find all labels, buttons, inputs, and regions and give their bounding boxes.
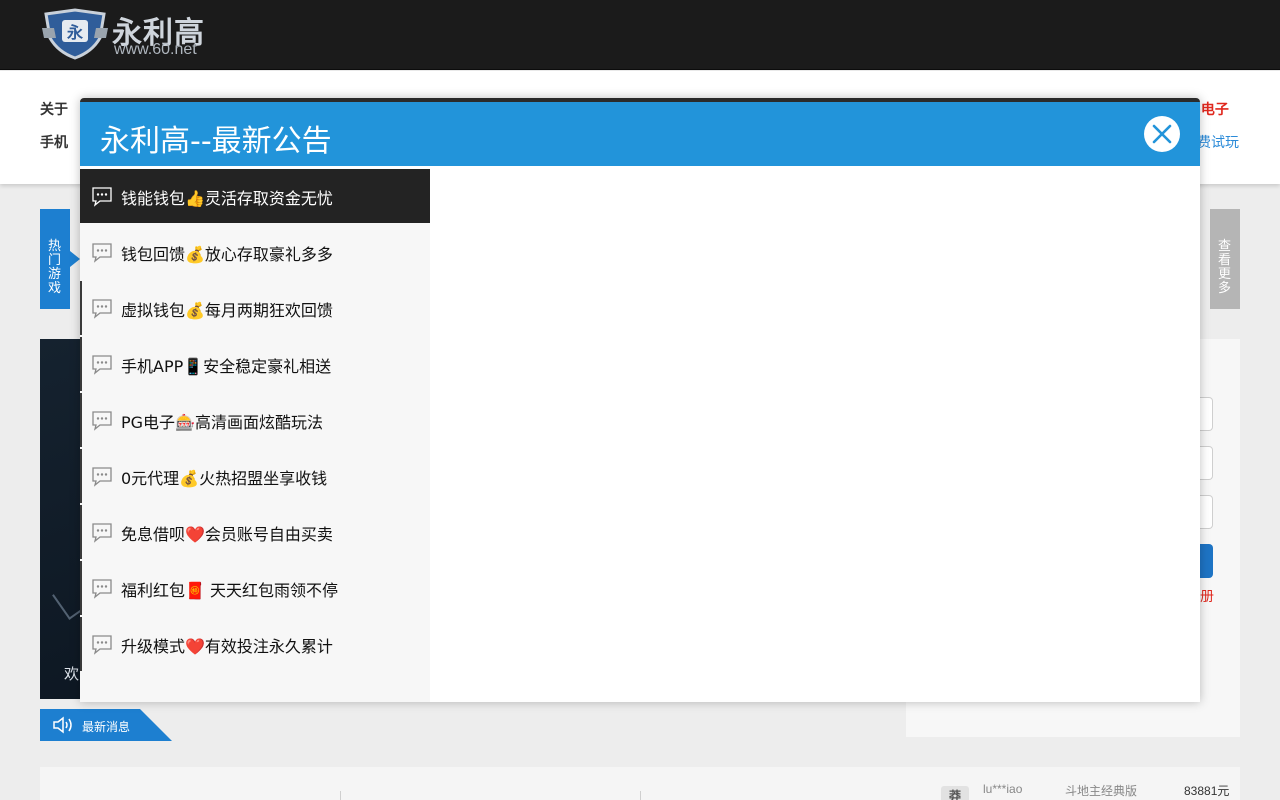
more-games-tab[interactable]: 查看更多: [1210, 209, 1240, 309]
item-edge: [80, 561, 82, 615]
latest-news-label: 最新消息: [82, 720, 131, 734]
shield-logo-icon: 永: [42, 8, 108, 60]
close-button[interactable]: [1144, 116, 1180, 152]
winner-game: 斗地主经典版: [1065, 784, 1138, 798]
latest-news-tab[interactable]: 最新消息: [40, 709, 172, 741]
message-icon: [91, 634, 113, 655]
top-header: 永 永利高 www.60.net: [0, 0, 1280, 70]
item-edge: [80, 281, 82, 335]
item-edge: [80, 393, 82, 447]
message-icon: [91, 410, 113, 431]
banner-welcome-text: 欢: [64, 666, 80, 683]
nav-item-free-trial[interactable]: 费试玩: [1197, 132, 1239, 152]
message-icon: [91, 466, 113, 487]
speaker-icon: [53, 716, 72, 734]
announcement-modal: 永利高--最新公告 钱能钱包👍灵活存取资金无忧 钱包回馈💰放心存取豪礼多多 虚拟钱包…: [80, 98, 1200, 702]
svg-text:永: 永: [66, 23, 83, 42]
register-link[interactable]: 册: [1200, 586, 1214, 606]
logo-url: www.60.net: [114, 41, 197, 58]
winner-avatar: 莽: [941, 786, 969, 800]
item-edge: [80, 337, 82, 391]
announcement-item-label: 钱能钱包👍灵活存取资金无忧: [121, 189, 333, 208]
announcement-item[interactable]: 0元代理💰火热招盟坐享收钱: [80, 449, 430, 503]
announcement-item-label: 免息借呗❤️会员账号自由买卖: [121, 525, 333, 544]
divider: [640, 791, 641, 800]
item-edge: [80, 505, 82, 559]
announcement-item[interactable]: 手机APP📱安全稳定豪礼相送: [80, 337, 430, 391]
message-icon: [91, 298, 113, 319]
announcement-item[interactable]: 虚拟钱包💰每月两期狂欢回馈: [80, 281, 430, 335]
announcement-item-label: 福利红包🧧 天天红包雨领不停: [121, 581, 339, 600]
announcement-item-label: 升级模式❤️有效投注永久累计: [121, 637, 333, 656]
winner-amount: 83881元: [1184, 784, 1230, 798]
announcement-item[interactable]: 免息借呗❤️会员账号自由买卖: [80, 505, 430, 559]
announcement-item[interactable]: 钱能钱包👍灵活存取资金无忧: [80, 169, 430, 223]
modal-title: 永利高--最新公告: [100, 124, 332, 159]
item-edge: [80, 617, 82, 671]
message-icon: [91, 186, 113, 207]
nav-item-mobile[interactable]: 手机: [40, 132, 68, 152]
announcement-item-label: 钱包回馈💰放心存取豪礼多多: [121, 245, 333, 264]
announcement-content: [430, 169, 1200, 702]
nav-item-about[interactable]: 关于: [40, 99, 68, 119]
hot-games-tab[interactable]: 热门游戏: [40, 209, 80, 309]
message-icon: [91, 242, 113, 263]
item-edge: [80, 449, 82, 503]
announcement-list: 钱能钱包👍灵活存取资金无忧 钱包回馈💰放心存取豪礼多多 虚拟钱包💰每月两期狂欢回馈手…: [80, 169, 430, 702]
announcement-item[interactable]: 福利红包🧧 天天红包雨领不停: [80, 561, 430, 615]
winner-name: lu***iao: [983, 782, 1023, 796]
message-icon: [91, 522, 113, 543]
announcement-item[interactable]: 升级模式❤️有效投注永久累计: [80, 617, 430, 671]
announcement-item-label: 虚拟钱包💰每月两期狂欢回馈: [121, 301, 333, 320]
modal-header: 永利高--最新公告: [80, 102, 1200, 166]
more-games-tab-label: 查看更多: [1218, 238, 1232, 295]
winners-strip: 莽 lu***iao 斗地主经典版 83881元: [40, 767, 1240, 800]
announcement-item-label: 手机APP📱安全稳定豪礼相送: [121, 357, 332, 376]
site-logo[interactable]: 永 永利高 www.60.net: [40, 8, 220, 60]
announcement-item-label: 0元代理💰火热招盟坐享收钱: [121, 469, 328, 488]
announcement-item-label: PG电子🎰高清画面炫酷玩法: [121, 413, 323, 432]
close-icon: [1152, 124, 1172, 144]
hot-games-tab-label: 热门游戏: [48, 238, 62, 295]
message-icon: [91, 354, 113, 375]
divider: [340, 791, 341, 800]
announcement-item[interactable]: 钱包回馈💰放心存取豪礼多多: [80, 225, 430, 279]
announcement-item[interactable]: PG电子🎰高清画面炫酷玩法: [80, 393, 430, 447]
message-icon: [91, 578, 113, 599]
